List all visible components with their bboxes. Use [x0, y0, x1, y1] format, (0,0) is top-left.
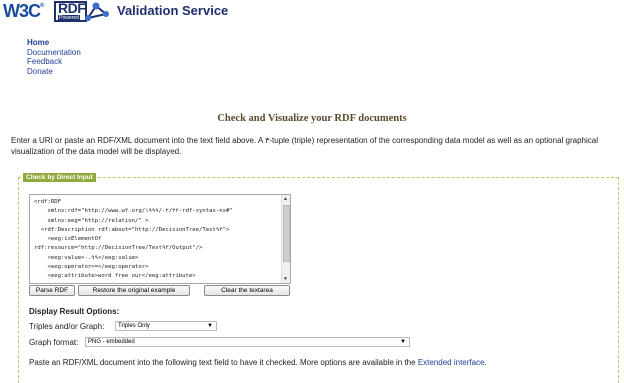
nav-donate-link[interactable]: Donate: [27, 67, 81, 77]
scroll-thumb[interactable]: [283, 205, 290, 262]
main-nav: Home Documentation Feedback Donate: [27, 38, 81, 76]
chevron-down-icon: ▼: [400, 339, 406, 345]
graph-format-label: Graph format:: [29, 338, 79, 347]
paste-instructions-text: Paste an RDF/XML document into the follo…: [29, 358, 416, 367]
clear-textarea-button[interactable]: Clear the textarea: [204, 285, 290, 296]
rdf-input-textarea[interactable]: <rdf:RDF xmlns:rdf="http://www.w٣.org/١٩…: [29, 194, 291, 284]
site-title: Validation Service: [117, 3, 229, 18]
extended-interface-link[interactable]: Extended interface: [418, 358, 485, 367]
textarea-scrollbar[interactable]: ▲ ▼: [281, 195, 290, 283]
scroll-down-arrow-icon[interactable]: ▼: [283, 276, 288, 282]
nav-home-link[interactable]: Home: [27, 38, 81, 48]
site-header: W3C® RDF Powered Validation Service: [0, 0, 624, 24]
rdf-input-text[interactable]: <rdf:RDF xmlns:rdf="http://www.w٣.org/١٩…: [30, 195, 290, 283]
chevron-down-icon: ▼: [207, 323, 213, 329]
w3c-logo[interactable]: W3C®: [3, 1, 45, 22]
rdf-logo-text: RDF: [58, 0, 86, 16]
restore-example-button[interactable]: Restore the original example: [78, 285, 190, 296]
intro-text: Enter a URI or paste an RDF/XML document…: [11, 136, 598, 156]
graph-format-select[interactable]: PNG - embedded ▼: [85, 337, 410, 347]
triples-select[interactable]: Triples Only ▼: [115, 321, 217, 331]
display-options-label: Display Result Options:: [29, 307, 120, 316]
paste-instructions-end: .: [484, 358, 487, 367]
rdf-graph-icon: [85, 2, 109, 21]
triples-select-value: Triples Only: [118, 323, 150, 329]
paste-instructions: Paste an RDF/XML document into the follo…: [29, 358, 487, 367]
nav-documentation-link[interactable]: Documentation: [27, 48, 81, 58]
triples-label: Triples and/or Graph:: [29, 322, 105, 331]
rdf-powered-label: Powered: [58, 15, 80, 21]
nav-feedback-link[interactable]: Feedback: [27, 57, 81, 67]
w3c-logo-text: W3C: [3, 1, 41, 21]
parse-rdf-button[interactable]: Parse RDF: [29, 285, 75, 296]
page-heading: Check and Visualize your RDF documents: [217, 113, 407, 124]
direct-input-legend: Check by Direct Input: [23, 173, 96, 182]
graph-format-select-value: PNG - embedded: [88, 339, 135, 345]
rdf-logo: RDF Powered: [54, 0, 87, 22]
scroll-up-arrow-icon[interactable]: ▲: [283, 196, 288, 202]
